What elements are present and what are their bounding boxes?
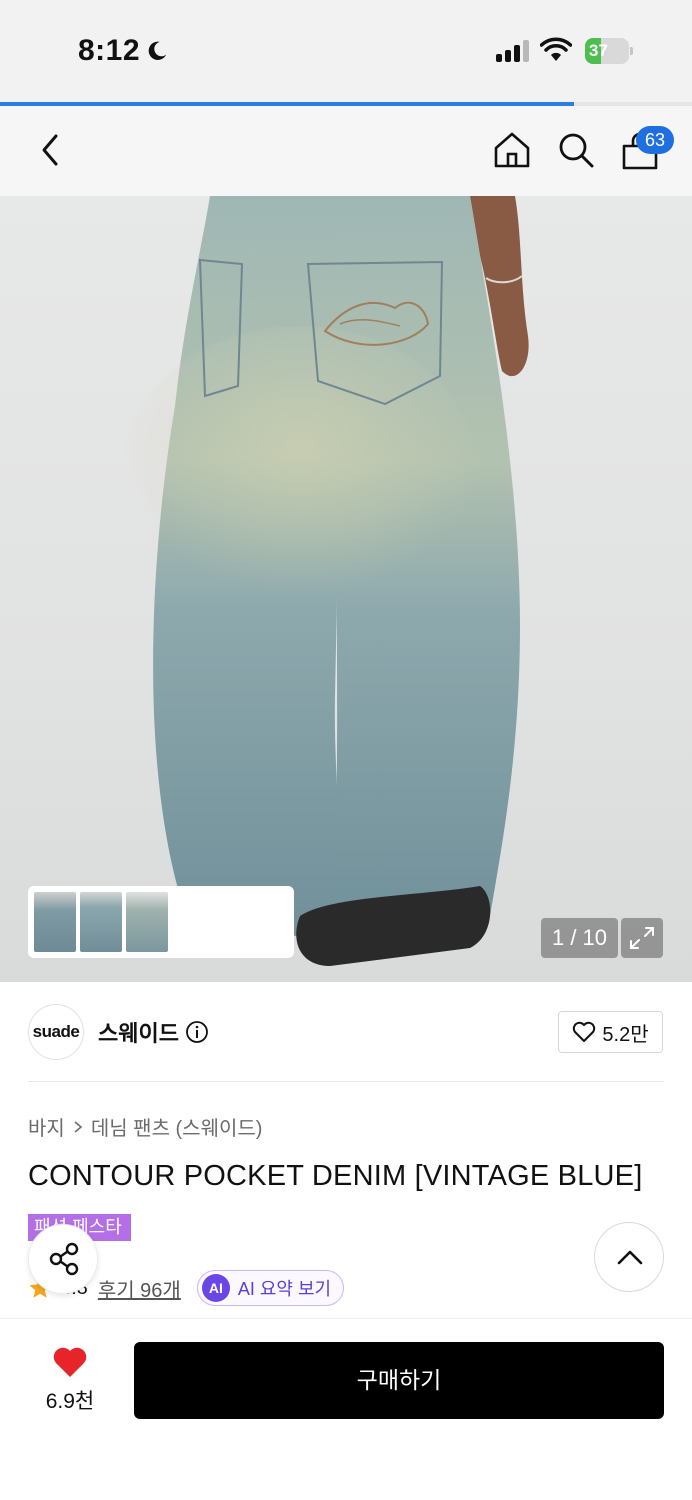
status-time: 8:12 [78, 34, 168, 68]
battery-icon: 37 [585, 38, 633, 64]
brand-like-count: 5.2만 [602, 1023, 649, 1046]
chevron-right-icon [74, 1120, 83, 1133]
ai-summary-label: AI 요약 보기 [237, 1279, 332, 1299]
cellular-signal-icon [496, 40, 529, 62]
product-image[interactable]: 1 / 10 [0, 196, 692, 982]
expand-icon [630, 927, 654, 949]
product-photo [120, 196, 529, 966]
clock-text: 8:12 [78, 34, 141, 67]
heart-outline-icon [573, 1021, 596, 1042]
info-icon[interactable] [185, 1020, 209, 1044]
thumbnail-2[interactable] [80, 892, 122, 952]
breadcrumb-item[interactable]: 데님 팬츠 (스웨이드) [91, 1112, 263, 1141]
brand-name-row[interactable]: 스웨이드 [98, 1016, 209, 1048]
share-icon [49, 1242, 79, 1276]
brand-logo[interactable]: suade [28, 1004, 84, 1060]
thumbnail-strip [28, 886, 294, 958]
home-icon[interactable] [492, 130, 532, 170]
back-arrow-icon[interactable] [36, 132, 62, 168]
heart-icon[interactable] [52, 1344, 88, 1380]
share-button[interactable] [28, 1224, 98, 1294]
brand-name: 스웨이드 [98, 1021, 179, 1046]
top-navigation [0, 106, 692, 196]
breadcrumb-item[interactable]: 바지 [28, 1112, 65, 1141]
ai-summary-button[interactable]: AI AI 요약 보기 [196, 1270, 345, 1306]
brand-like-button[interactable]: 5.2만 [558, 1011, 663, 1053]
battery-level: 37 [589, 41, 608, 60]
moon-icon [148, 41, 167, 60]
expand-button[interactable] [621, 918, 663, 958]
status-bar: 8:12 37 [0, 0, 692, 104]
buy-button[interactable]: 구매하기 [134, 1342, 664, 1419]
ai-icon: AI [201, 1274, 230, 1302]
product-title: CONTOUR POCKET DENIM [VINTAGE BLUE] [28, 1160, 643, 1192]
cart-count-badge: 63 [636, 126, 674, 154]
wishlist-count: 6.9천 [45, 1390, 95, 1413]
thumbnail-1[interactable] [34, 892, 76, 952]
scroll-top-button[interactable] [594, 1222, 664, 1292]
thumbnail-3[interactable] [126, 892, 168, 952]
breadcrumb: 바지 데님 팬츠 (스웨이드) [28, 1112, 262, 1141]
wifi-icon [540, 37, 572, 61]
reviews-link[interactable]: 후기 96개 [98, 1274, 181, 1303]
chevron-up-icon [617, 1250, 643, 1265]
search-icon[interactable] [556, 130, 596, 170]
image-counter: 1 / 10 [541, 918, 618, 958]
divider [28, 1081, 664, 1082]
